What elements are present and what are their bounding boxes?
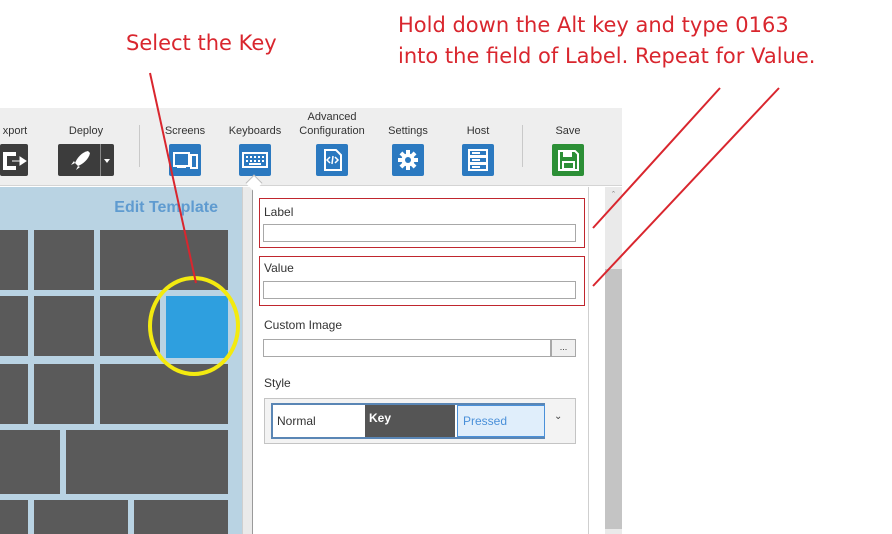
label-title: Label	[264, 205, 294, 219]
gear-icon	[392, 144, 424, 176]
style-normal: Normal	[273, 405, 365, 437]
keyboard-key[interactable]	[34, 230, 94, 290]
screens-icon	[169, 144, 201, 176]
keyboard-key[interactable]	[34, 296, 94, 356]
keyboard-key[interactable]	[34, 500, 128, 534]
keyboard-key[interactable]	[34, 364, 94, 424]
advanced-label-line2: Configuration	[299, 125, 365, 137]
rocket-icon	[58, 144, 114, 176]
browse-image-button[interactable]: ...	[551, 339, 576, 357]
keyboards-label: Keyboards	[228, 125, 282, 137]
settings-label: Settings	[388, 125, 428, 137]
advanced-configuration-button[interactable]: Advanced Configuration	[294, 108, 370, 186]
keyboard-key[interactable]	[100, 230, 228, 290]
selected-keyboard-key[interactable]	[166, 296, 228, 358]
toolbar-separator	[139, 125, 140, 167]
keyboard-key[interactable]	[100, 364, 228, 424]
advanced-label-line1: Advanced	[307, 111, 357, 123]
value-input[interactable]	[263, 281, 576, 299]
toolbar-separator	[522, 125, 523, 167]
style-title: Style	[264, 376, 291, 390]
chevron-down-icon[interactable]: ⌄	[554, 411, 562, 422]
host-button[interactable]: Host	[450, 108, 506, 186]
annotation-line-2: into the field of Label. Repeat for Valu…	[398, 44, 816, 68]
host-label: Host	[466, 125, 490, 137]
scroll-up-icon[interactable]: ˆ	[605, 187, 622, 203]
code-file-icon	[316, 144, 348, 176]
keyboard-key[interactable]	[66, 430, 228, 494]
host-icon	[462, 144, 494, 176]
keyboard-key[interactable]	[0, 364, 28, 424]
export-icon	[0, 144, 28, 176]
value-title: Value	[264, 261, 294, 275]
keyboard-key[interactable]	[0, 230, 28, 290]
deploy-label: Deploy	[68, 125, 104, 137]
label-input[interactable]	[263, 224, 576, 242]
deploy-button[interactable]: Deploy	[58, 108, 114, 186]
keyboard-key[interactable]	[134, 500, 228, 534]
edit-template-title: Edit Template	[114, 199, 218, 216]
export-label: xport	[2, 125, 28, 137]
keyboard-key[interactable]	[0, 296, 28, 356]
keyboard-key[interactable]	[0, 500, 28, 534]
style-select[interactable]: Normal Key Pressed ⌄	[264, 398, 576, 444]
screens-button[interactable]: Screens	[158, 108, 212, 186]
template-divider	[242, 187, 252, 534]
panel-gutter	[589, 187, 605, 534]
template-canvas: Edit Template	[0, 187, 242, 534]
save-label: Save	[555, 125, 581, 137]
key-properties-panel: Label Value Custom Image ... Style Norma…	[252, 187, 589, 534]
annotation-instructions: Hold down the Alt key and type 0163 into…	[398, 10, 815, 72]
save-button[interactable]: Save	[540, 108, 596, 186]
keyboard-key[interactable]	[100, 296, 160, 356]
settings-button[interactable]: Settings	[380, 108, 436, 186]
toolbar: xport Deploy Screens Keyboards Advanced …	[0, 108, 622, 186]
export-button[interactable]: xport	[0, 108, 30, 186]
scroll-thumb[interactable]	[605, 269, 622, 529]
custom-image-input[interactable]	[263, 339, 551, 357]
style-pressed: Pressed	[457, 405, 545, 437]
save-icon	[552, 144, 584, 176]
keyboard-key[interactable]	[0, 430, 60, 494]
style-preview: Normal Key Pressed	[271, 403, 545, 439]
screens-label: Screens	[164, 125, 206, 137]
annotation-line-1: Hold down the Alt key and type 0163	[398, 13, 789, 37]
keyboards-button[interactable]: Keyboards	[226, 108, 284, 186]
keyboard-icon	[239, 144, 271, 176]
properties-scrollbar[interactable]: ˆ	[605, 187, 622, 534]
style-key: Key	[365, 405, 455, 437]
custom-image-title: Custom Image	[264, 318, 343, 332]
annotation-select-key: Select the Key	[126, 31, 277, 55]
